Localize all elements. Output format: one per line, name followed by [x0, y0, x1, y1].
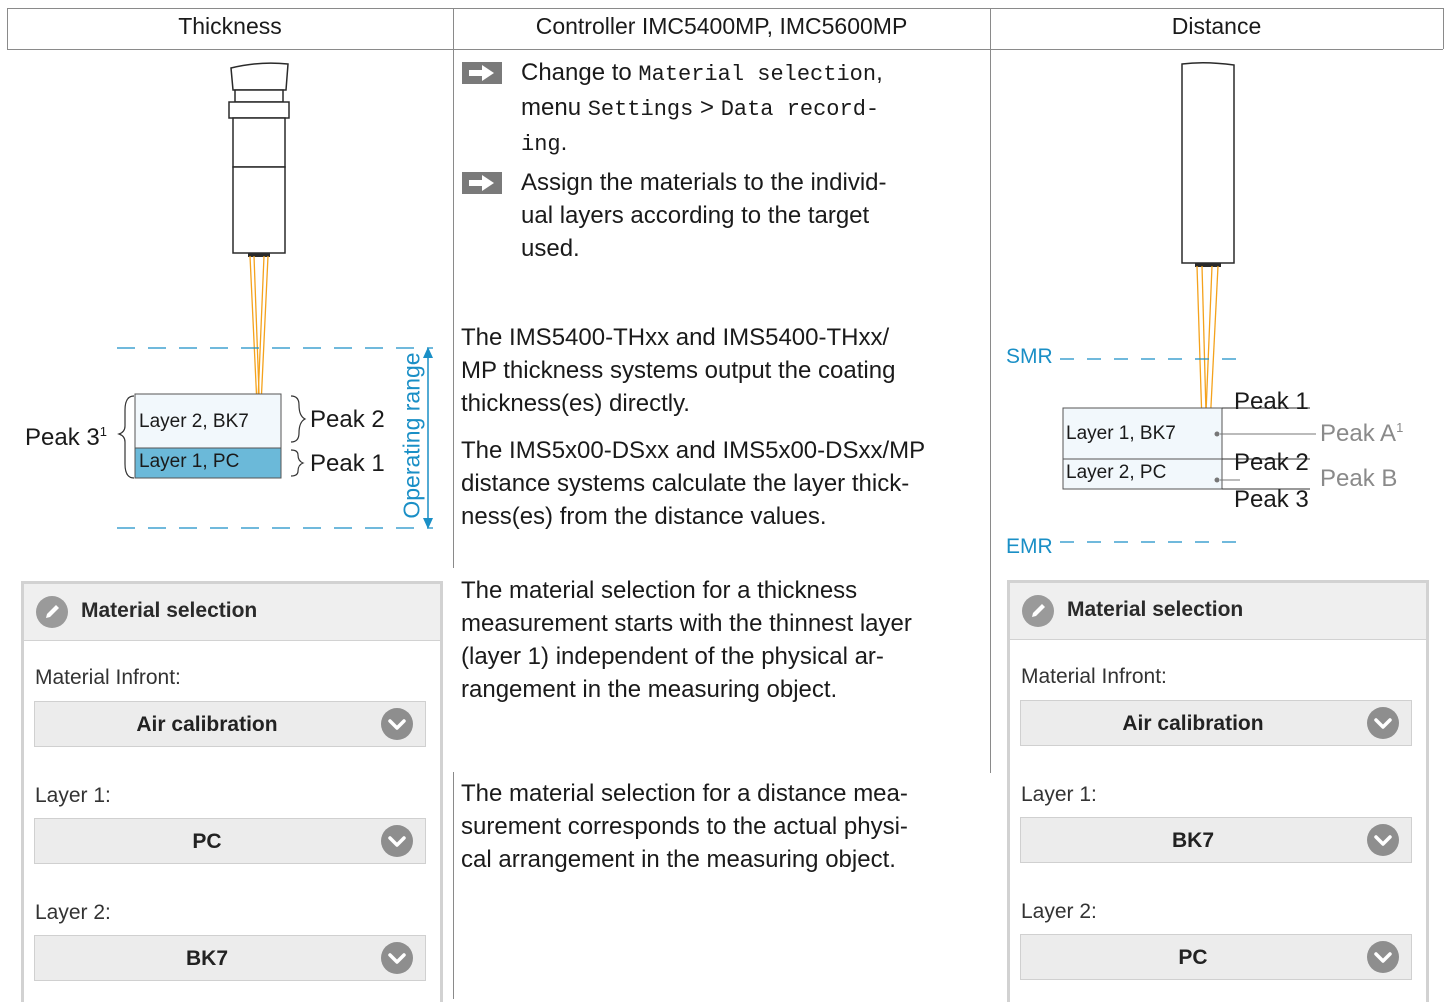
distance-layer1-label: Layer 1, BK7: [1066, 423, 1176, 444]
step-1-text: Change to Material selection, menu Setti…: [521, 59, 883, 157]
material-selection-panel-thickness: Material selection Material Infront: Air…: [21, 581, 443, 1002]
layer1-select[interactable]: BK7: [1020, 817, 1412, 863]
step-change-to-material-selection: Change to Material selection, menu Setti…: [462, 56, 962, 157]
sensor-icon: [228, 62, 290, 254]
pencil-icon: [36, 596, 68, 628]
distance-peak2-label: Peak 2: [1234, 449, 1309, 476]
header-controller: Controller IMC5400MP, IMC5600MP: [535, 13, 908, 39]
layer1-label: Layer 1:: [35, 784, 111, 807]
material-infront-select[interactable]: Air calibration: [34, 701, 426, 747]
thickness-layer1-label: Layer 1, PC: [139, 451, 240, 472]
header-distance: Distance: [1171, 13, 1262, 39]
material-infront-select[interactable]: Air calibration: [1020, 700, 1412, 746]
table-top-border: [7, 8, 1443, 9]
step-2-text: Assign the materials to the individ- ual…: [521, 169, 887, 262]
table-right-border: [1443, 8, 1444, 49]
pencil-icon: [1022, 595, 1054, 627]
thickness-diagram: [117, 62, 433, 529]
thickness-peak2-label: Peak 2: [310, 406, 385, 433]
material-infront-value: Air calibration: [136, 713, 278, 736]
chevron-down-icon[interactable]: [1367, 824, 1399, 856]
column-divider-1b: [453, 772, 454, 999]
thickness-peak1-label: Peak 1: [310, 450, 385, 477]
layer1-value: BK7: [1171, 829, 1214, 852]
material-selection-panel-distance: Material selection Material Infront: Air…: [1007, 580, 1429, 1002]
layer2-value: BK7: [185, 947, 228, 970]
peak-b-label: Peak B: [1320, 465, 1398, 492]
chevron-down-icon[interactable]: [1367, 707, 1399, 739]
step-assign-materials: Assign the materials to the individ- ual…: [462, 166, 962, 266]
layer1-value: PC: [192, 830, 222, 853]
panel-header: Material selection: [24, 584, 440, 641]
column-divider-1: [453, 8, 454, 568]
header-thickness: Thickness: [178, 13, 282, 39]
sensor-icon: [1181, 61, 1235, 264]
layer2-select[interactable]: PC: [1020, 934, 1412, 980]
material-infront-value: Air calibration: [1122, 712, 1264, 735]
arrow-right-icon: [462, 62, 502, 84]
chevron-down-icon[interactable]: [1367, 941, 1399, 973]
peak-a-label: Peak A1: [1320, 420, 1404, 447]
layer1-label: Layer 1:: [1021, 783, 1097, 806]
distance-layer2-label: Layer 2, PC: [1066, 462, 1167, 483]
chevron-down-icon[interactable]: [381, 708, 413, 740]
paragraph-thickness-systems: The IMS5400-THxx and IMS5400-THxx/ MP th…: [461, 324, 896, 417]
smr-label: SMR: [1006, 345, 1053, 368]
arrow-right-icon: [462, 172, 502, 194]
material-infront-label: Material Infront:: [1021, 665, 1167, 688]
paragraph-distance-material-selection: The material selection for a distance me…: [461, 780, 908, 873]
layer2-label: Layer 2:: [1021, 900, 1097, 923]
thickness-peak3-label: Peak 31: [25, 424, 107, 451]
panel-header: Material selection: [1010, 583, 1426, 640]
panel-title: Material selection: [1067, 598, 1244, 621]
layer2-value: PC: [1178, 946, 1208, 969]
layer1-select[interactable]: PC: [34, 818, 426, 864]
paragraph-distance-systems: The IMS5x00-DSxx and IMS5x00-DSxx/MP dis…: [461, 437, 926, 530]
material-infront-label: Material Infront:: [35, 666, 181, 689]
emr-label: EMR: [1006, 535, 1053, 558]
thickness-layer2-label: Layer 2, BK7: [139, 411, 249, 432]
distance-peak1-label: Peak 1: [1234, 388, 1309, 415]
layer2-label: Layer 2:: [35, 901, 111, 924]
layer2-select[interactable]: BK7: [34, 935, 426, 981]
chevron-down-icon[interactable]: [381, 825, 413, 857]
panel-title: Material selection: [81, 599, 258, 622]
operating-range-label: Operating range: [398, 352, 425, 519]
paragraph-thickness-material-selection: The material selection for a thickness m…: [461, 577, 912, 703]
distance-peak3-label: Peak 3: [1234, 486, 1309, 513]
chevron-down-icon[interactable]: [381, 942, 413, 974]
sensor-tip: [248, 253, 270, 257]
